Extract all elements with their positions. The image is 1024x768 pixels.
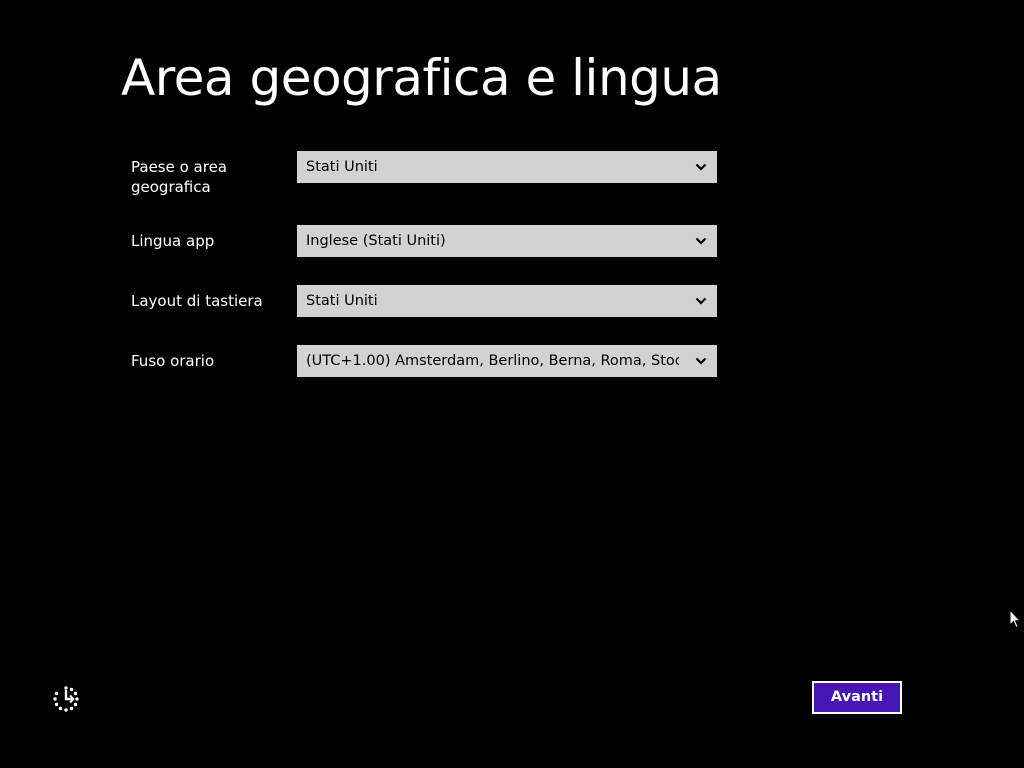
mouse-pointer-icon [1009,609,1021,629]
ease-of-access-icon[interactable] [52,684,80,712]
app-language-value: Inglese (Stati Uniti) [306,233,446,249]
time-zone-dropdown[interactable]: (UTC+1.00) Amsterdam, Berlino, Berna, Ro… [297,345,717,377]
app-language-label: Lingua app [131,232,215,250]
chevron-down-icon [695,237,707,245]
country-region-value: Stati Uniti [306,159,378,175]
app-language-dropdown[interactable]: Inglese (Stati Uniti) [297,225,717,257]
time-zone-value: (UTC+1.00) Amsterdam, Berlino, Berna, Ro… [306,353,679,369]
next-button[interactable]: Avanti [812,681,902,714]
country-region-dropdown[interactable]: Stati Uniti [297,151,717,183]
page-title: Area geografica e lingua [121,49,722,107]
chevron-down-icon [695,163,707,171]
time-zone-label: Fuso orario [131,352,215,370]
chevron-down-icon [695,297,707,305]
keyboard-layout-dropdown[interactable]: Stati Uniti [297,285,717,317]
keyboard-layout-value: Stati Uniti [306,293,378,309]
country-region-label: Paese o area geografica [131,158,227,196]
chevron-down-icon [695,357,707,365]
keyboard-layout-label: Layout di tastiera [131,292,263,310]
